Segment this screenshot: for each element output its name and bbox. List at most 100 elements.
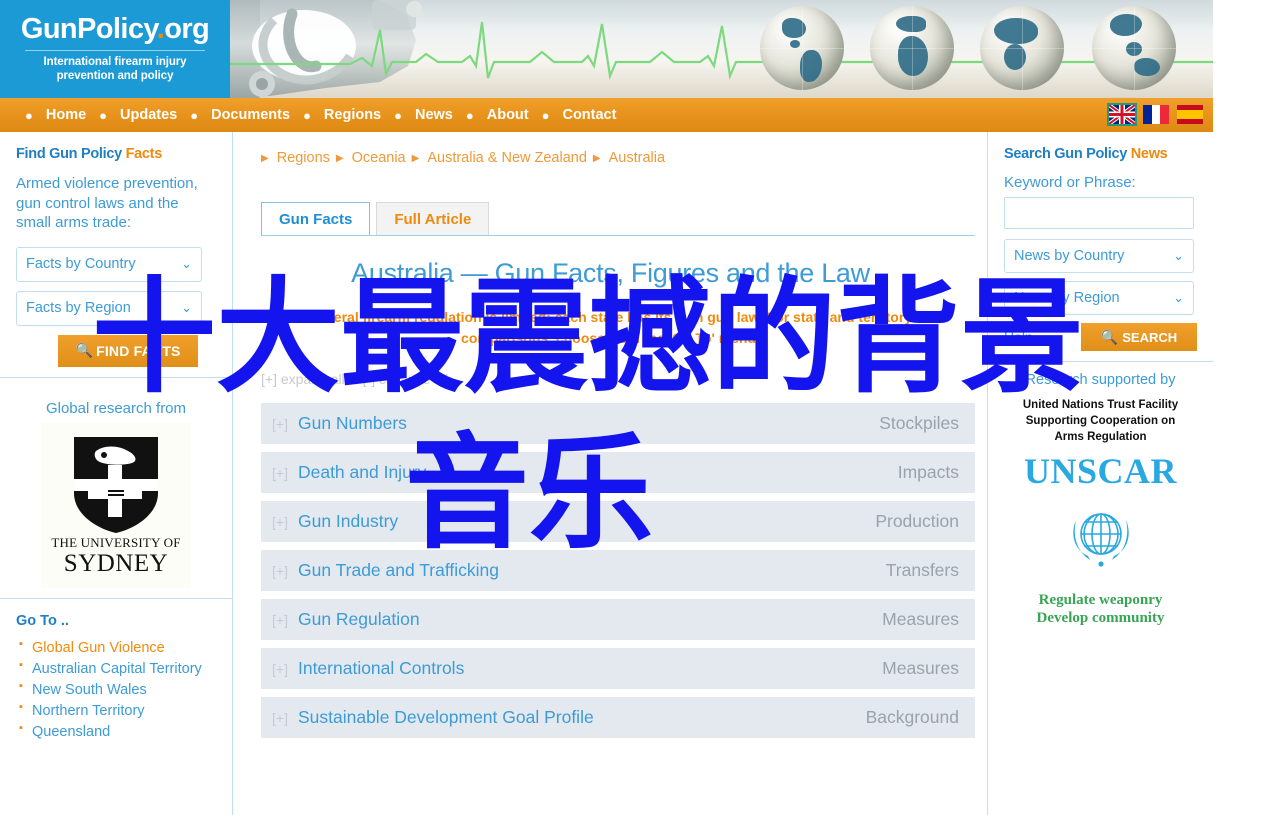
breadcrumb-item-regions[interactable]: Regions bbox=[277, 150, 330, 166]
unscar-acronym: UNSCAR bbox=[1023, 450, 1177, 491]
nav-link-news[interactable]: News bbox=[415, 107, 453, 123]
news-by-region-select[interactable]: News by Region ⌄ bbox=[1004, 281, 1194, 315]
search-news-title: Search Gun Policy News bbox=[1004, 146, 1197, 162]
nav-bullet-icon: ● bbox=[303, 107, 311, 123]
logo-wordmark-tld: org bbox=[164, 12, 210, 45]
logo-tagline: International firearm injury prevention … bbox=[44, 56, 187, 83]
go-to-item-qld[interactable]: Queensland bbox=[19, 721, 216, 743]
page-title: Australia — Gun Facts, Figures and the L… bbox=[351, 258, 870, 288]
news-by-country-select[interactable]: News by Country ⌄ bbox=[1004, 239, 1194, 273]
chevron-down-icon: ⌄ bbox=[1173, 248, 1184, 263]
nav-bullet-icon: ● bbox=[465, 107, 474, 123]
content-tabs: Gun Facts Full Article bbox=[261, 202, 987, 235]
table-row[interactable]: [+] Gun Trade and Trafficking Transfers bbox=[261, 550, 975, 591]
fact-sections-list: [+] Gun Numbers Stockpiles [+] Death and… bbox=[261, 403, 975, 738]
table-row[interactable]: [+] Sustainable Development Goal Profile… bbox=[261, 697, 975, 738]
nav-bullet-icon: ● bbox=[394, 107, 402, 123]
flag-spain-icon[interactable] bbox=[1177, 105, 1203, 124]
expand-toggle-icon[interactable]: [+] bbox=[272, 612, 288, 628]
site-logo[interactable]: GunPolicy.org International firearm inju… bbox=[0, 0, 230, 98]
search-actions: Help 🔍 SEARCH bbox=[1004, 323, 1197, 351]
table-row[interactable]: [+] International Controls Measures bbox=[261, 648, 975, 689]
table-row[interactable]: [+] Gun Numbers Stockpiles bbox=[261, 403, 975, 444]
expand-toggle-icon[interactable]: [+] bbox=[272, 416, 288, 432]
header-banner-image bbox=[230, 0, 1213, 98]
expand-all-link[interactable]: [+] expand all bbox=[261, 371, 345, 387]
nav-bullet-icon: ● bbox=[190, 107, 199, 123]
expand-toggle-icon[interactable]: [+] bbox=[272, 661, 288, 677]
unscar-fullname-line2: Supporting Cooperation on bbox=[1025, 414, 1176, 427]
page-right-gutter bbox=[1213, 0, 1269, 815]
fact-section-tag: Stockpiles bbox=[879, 413, 959, 433]
unscar-motto: Regulate weaponry Develop community bbox=[1000, 591, 1201, 629]
news-by-region-value: News by Region bbox=[1014, 290, 1120, 306]
expand-toggle-icon[interactable]: [+] bbox=[272, 514, 288, 530]
go-to-item-global-gun-violence[interactable]: Global Gun Violence bbox=[19, 636, 216, 659]
chevron-down-icon: ⌄ bbox=[181, 256, 192, 271]
fact-section-tag: Measures bbox=[882, 658, 959, 678]
breadcrumb-arrow-icon: ▶ bbox=[411, 152, 420, 164]
globe-africa-europe bbox=[870, 6, 954, 90]
breadcrumb-item-australia-new-zealand[interactable]: Australia & New Zealand bbox=[427, 150, 587, 166]
breadcrumb-arrow-icon: ▶ bbox=[261, 152, 269, 164]
find-facts-description: Armed violence prevention, gun control l… bbox=[16, 175, 198, 231]
fact-section-tag: Background bbox=[865, 707, 959, 727]
nav-link-updates[interactable]: Updates bbox=[120, 107, 177, 123]
right-sidebar: Search Gun Policy News Keyword or Phrase… bbox=[987, 132, 1213, 815]
nav-link-contact[interactable]: Contact bbox=[562, 107, 616, 123]
flag-france-icon[interactable] bbox=[1143, 105, 1169, 124]
tab-full-article[interactable]: Full Article bbox=[376, 202, 490, 235]
nav-link-home[interactable]: Home bbox=[46, 107, 86, 123]
breadcrumb-item-oceania[interactable]: Oceania bbox=[352, 150, 406, 166]
facts-by-region-select[interactable]: Facts by Region ⌄ bbox=[16, 290, 202, 326]
fact-section-name: Gun Trade and Trafficking bbox=[297, 560, 500, 580]
find-facts-title: Find Gun Policy Facts bbox=[16, 146, 216, 162]
table-row[interactable]: [+] Gun Industry Production bbox=[261, 501, 975, 542]
expand-toggle-icon[interactable]: [+] bbox=[272, 710, 288, 726]
sydney-name-line2: SYDNEY bbox=[63, 549, 169, 577]
flag-uk-icon[interactable] bbox=[1107, 103, 1137, 126]
table-row[interactable]: [+] Death and Injury Impacts bbox=[261, 452, 975, 493]
find-facts-title-main: Find Gun Policy bbox=[16, 146, 126, 162]
unscar-motto-line2: Develop community bbox=[1036, 610, 1165, 627]
search-input[interactable] bbox=[1004, 197, 1194, 229]
globe-americas bbox=[760, 6, 844, 90]
go-to-item-act[interactable]: Australian Capital Territory bbox=[19, 658, 216, 680]
unscar-motto-line1: Regulate weaponry bbox=[1038, 591, 1163, 608]
find-facts-title-accent: Facts bbox=[125, 146, 163, 162]
table-row[interactable]: [+] Gun Regulation Measures bbox=[261, 599, 975, 640]
tab-gun-facts[interactable]: Gun Facts bbox=[261, 202, 371, 235]
left-sidebar: Find Gun Policy Facts Armed violence pre… bbox=[0, 132, 233, 815]
breadcrumb-item-australia[interactable]: Australia bbox=[609, 150, 665, 166]
unscar-fullname-line1: United Nations Trust Facility bbox=[1022, 399, 1179, 411]
global-research-panel: Global research from THE UNIVERSITY OF S… bbox=[0, 376, 232, 598]
language-flags bbox=[1107, 103, 1203, 126]
nav-bullet-icon: ● bbox=[25, 107, 33, 123]
fact-section-name: Gun Industry bbox=[297, 511, 399, 531]
go-to-panel: Go To .. Global Gun Violence Australian … bbox=[0, 597, 232, 753]
nav-link-about[interactable]: About bbox=[487, 107, 529, 123]
expand-collapse-controls: [+] expand all [-] collapse all bbox=[261, 371, 987, 387]
facts-by-country-select[interactable]: Facts by Country ⌄ bbox=[16, 246, 202, 282]
research-supporter-panel: Research supported by United Nations Tru… bbox=[988, 361, 1213, 644]
collapse-all-link[interactable]: [-] collapse all bbox=[363, 371, 449, 387]
expand-toggle-icon[interactable]: [+] bbox=[272, 465, 288, 481]
search-button[interactable]: 🔍 SEARCH bbox=[1081, 323, 1197, 351]
go-to-list: Global Gun Violence Australian Capital T… bbox=[16, 636, 216, 743]
nav-link-regions[interactable]: Regions bbox=[324, 107, 381, 123]
search-gun-policy-news-panel: Search Gun Policy News Keyword or Phrase… bbox=[988, 132, 1213, 361]
nav-link-documents[interactable]: Documents bbox=[211, 107, 290, 123]
go-to-item-nt[interactable]: Northern Territory bbox=[19, 700, 216, 722]
breadcrumb-arrow-icon: ▶ bbox=[335, 152, 344, 164]
ecg-heartbeat-line bbox=[230, 21, 1213, 80]
chevron-down-icon: ⌄ bbox=[181, 300, 192, 315]
find-facts-button[interactable]: 🔍 FIND FACTS bbox=[58, 334, 198, 367]
sydney-crest-icon bbox=[74, 436, 158, 533]
go-to-item-nsw[interactable]: New South Wales bbox=[19, 679, 216, 701]
search-button-label: SEARCH bbox=[1122, 329, 1178, 345]
expand-toggle-icon[interactable]: [+] bbox=[272, 563, 288, 579]
fact-section-tag: Production bbox=[875, 511, 959, 531]
help-link[interactable]: Help bbox=[1004, 329, 1033, 345]
sydney-name-line1: THE UNIVERSITY OF bbox=[51, 534, 181, 550]
logo-tagline-line1: International firearm injury bbox=[43, 55, 187, 68]
